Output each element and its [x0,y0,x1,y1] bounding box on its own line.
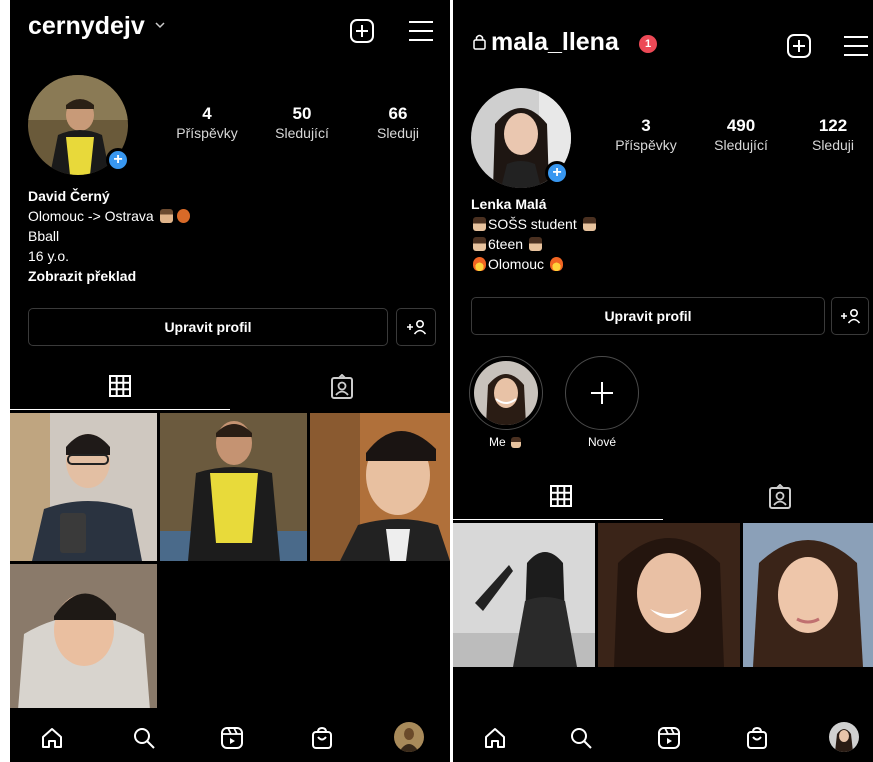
bottom-nav [453,708,873,762]
lock-icon [473,33,486,50]
plus-square-icon[interactable] [349,18,375,44]
fire-emoji-icon [549,257,563,271]
post-thumbnail[interactable] [310,413,450,561]
profile-screen-left: cernydejv + 4 Příspěvky 50 Sledující 66 … [10,0,450,762]
search-icon[interactable] [569,726,593,750]
profile-screen-right: mala_llena 1 + 3 Příspěvky 490 Sledující… [453,0,873,762]
highlight-label: Me [469,435,543,449]
stat-posts[interactable]: 4 Příspěvky [162,104,252,142]
active-tab-indicator [453,519,663,520]
story-highlight-me[interactable] [469,356,543,430]
highlight-cover [474,361,538,425]
man-emoji-icon [159,209,173,223]
stat-label: Příspěvky [176,125,238,141]
bio: Lenka Malá SOŠS student 6teen Olomouc [471,194,861,274]
grid-icon[interactable] [108,374,132,398]
bio-line: Olomouc -> Ostrava [28,206,428,226]
plus-icon: + [552,164,562,181]
new-highlight-button[interactable] [565,356,639,430]
add-person-icon [839,308,861,324]
student-emoji-icon [473,217,486,231]
add-person-icon [405,319,427,335]
bio-line: Olomouc [471,254,861,274]
hamburger-menu-icon[interactable] [843,35,869,57]
tagged-person-icon[interactable] [330,374,354,400]
add-friend-button[interactable] [831,297,869,335]
post-thumbnail[interactable] [598,523,740,667]
display-name: Lenka Malá [471,196,547,212]
stat-followers[interactable]: 50 Sledující [262,104,342,142]
bio-line: 16 y.o. [28,248,69,264]
tagged-person-icon[interactable] [768,484,792,510]
highlight-label: Nové [587,435,616,449]
basketball-emoji-icon [176,209,190,223]
bottom-nav [10,708,450,762]
fire-emoji-icon [473,257,486,271]
stat-value: 66 [388,104,408,123]
bio-line: 6teen [471,234,861,254]
post-thumbnail[interactable] [743,523,873,667]
reels-icon[interactable] [220,726,244,750]
plus-square-icon[interactable] [786,33,812,59]
plus-icon [589,380,615,406]
reels-icon[interactable] [657,726,681,750]
shop-icon[interactable] [745,726,769,750]
stat-value: 3 [641,116,651,135]
notification-badge[interactable]: 1 [639,35,657,53]
home-icon[interactable] [40,726,64,750]
edit-profile-button[interactable]: Upravit profil [471,297,825,335]
woman-emoji-icon [511,437,521,448]
stat-following[interactable]: 66 Sleduji [358,104,438,142]
edit-profile-button[interactable]: Upravit profil [28,308,388,346]
post-thumbnail[interactable] [10,564,157,710]
stat-value: 490 [726,116,756,135]
woman-emoji-icon [528,237,542,251]
see-translation-link[interactable]: Zobrazit překlad [28,266,428,286]
post-thumbnail[interactable] [10,413,157,561]
stat-label: Sleduji [811,137,855,153]
woman-emoji-icon [473,237,486,251]
grid-icon[interactable] [549,484,573,508]
stat-label: Sledující [714,137,768,153]
username[interactable]: mala_llena [491,28,619,57]
profile-avatar[interactable] [829,722,859,752]
stat-followers[interactable]: 490 Sledující [701,116,781,154]
shop-icon[interactable] [310,726,334,750]
chevron-down-icon [155,22,165,29]
search-icon[interactable] [132,726,156,750]
stat-label: Sledující [275,125,329,141]
username-switcher[interactable]: cernydejv [28,12,165,41]
username: cernydejv [28,12,145,40]
student-emoji-icon [582,217,596,231]
add-story-badge[interactable]: + [106,148,130,172]
post-thumbnail[interactable] [160,413,307,561]
bio: David Černý Olomouc -> Ostrava Bball 16 … [28,186,428,286]
stat-posts[interactable]: 3 Příspěvky [601,116,691,154]
profile-avatar[interactable] [394,722,424,752]
stat-label: Příspěvky [615,137,677,153]
add-friend-button[interactable] [396,308,436,346]
stat-label: Sleduji [376,125,420,141]
display-name: David Černý [28,188,110,204]
add-story-badge[interactable]: + [545,161,569,185]
plus-icon: + [113,151,123,168]
hamburger-menu-icon[interactable] [408,20,434,42]
stat-value: 122 [818,116,848,135]
stat-following[interactable]: 122 Sleduji [793,116,873,154]
post-thumbnail[interactable] [453,523,595,667]
home-icon[interactable] [483,726,507,750]
stat-value: 4 [202,104,212,123]
stat-value: 50 [292,104,312,123]
bio-line: Bball [28,228,60,244]
bio-line: SOŠS student [471,214,861,234]
active-tab-indicator [10,409,230,410]
